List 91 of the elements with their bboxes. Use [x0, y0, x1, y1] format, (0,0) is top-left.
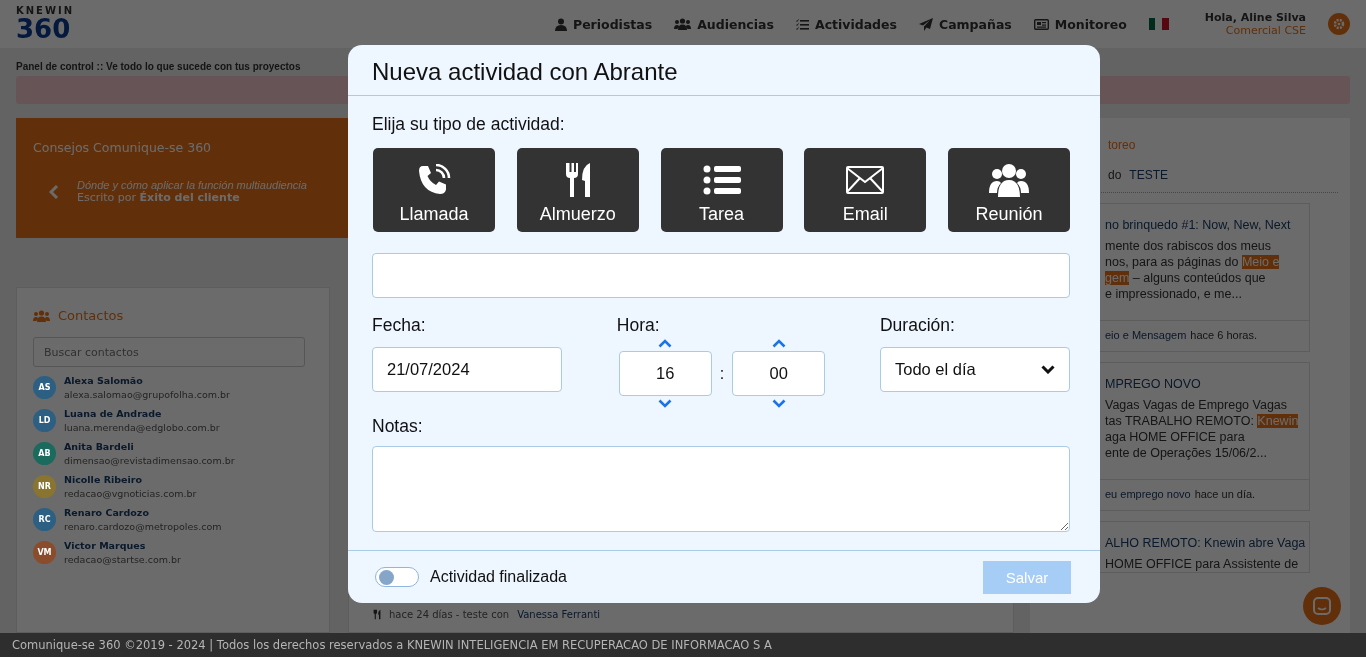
contact-name[interactable]: Alexa Salomão: [64, 375, 230, 386]
users-icon: [989, 162, 1029, 197]
contact-name[interactable]: Renaro Cardozo: [64, 507, 222, 518]
checklist-icon: [795, 18, 809, 30]
paper-plane-icon: [919, 17, 933, 31]
logo-wordmark: KNEWIN: [16, 6, 75, 16]
activity-type-button[interactable]: Almuerzo: [516, 148, 639, 232]
contact-email: alexa.salomao@grupofolha.com.br: [64, 389, 230, 400]
time-label: Hora:: [616, 315, 661, 336]
chevron-down-icon[interactable]: [658, 399, 673, 408]
activity-type-button[interactable]: Email: [804, 148, 927, 232]
company-name: Comercial CSE: [1225, 24, 1306, 37]
hour-field[interactable]: 16: [618, 351, 712, 396]
nav-link[interactable]: Actividades: [795, 16, 897, 32]
news-text-line: ente de Operações 15/06/2...: [1104, 445, 1268, 461]
list-icon: [702, 164, 741, 195]
date-label: Fecha:: [372, 315, 427, 336]
avatar: AB: [33, 442, 56, 465]
breadcrumb: Panel de control :: Ve todo lo que sucede con tus proyectos: [16, 61, 301, 72]
chevron-up-icon[interactable]: [771, 339, 786, 348]
news-source[interactable]: eio e Mensagem: [1105, 329, 1187, 341]
news-time: hace 6 horas.: [1190, 329, 1257, 341]
contact-name[interactable]: Anita Bardeli: [64, 441, 235, 452]
phone-icon: [417, 163, 451, 196]
filter-label: do: [1108, 168, 1122, 182]
dialog-title: Nueva actividad con Abrante: [372, 58, 678, 85]
chevron-down-icon[interactable]: [771, 399, 786, 408]
nav-link[interactable]: Campañas: [919, 16, 1012, 32]
users-icon: [33, 309, 50, 322]
person-link[interactable]: Vanessa Ferranti: [517, 609, 601, 620]
envelope-icon: [846, 165, 885, 194]
logo-number: 360: [16, 16, 72, 42]
toggle-switch[interactable]: [375, 567, 419, 587]
chat-icon: [1313, 597, 1331, 615]
minute-field[interactable]: 00: [732, 351, 826, 396]
duration-label: Duración:: [880, 315, 956, 336]
avatar: LD: [33, 409, 56, 432]
activity-type-button[interactable]: Tarea: [660, 148, 783, 232]
nav-link[interactable]: Audiencias: [674, 16, 774, 32]
contact-email: luana.merenda@edglobo.com.br: [64, 422, 220, 433]
contact-email: dimensao@revistadimensao.com.br: [64, 455, 235, 466]
users-icon: [674, 18, 692, 30]
contact-email: renaro.cardozo@metropoles.com: [64, 521, 222, 532]
search-field[interactable]: Buscar contactos: [33, 337, 305, 367]
news-text-line: mente dos rabiscos dos meus: [1104, 238, 1273, 254]
news-time: hace un día.: [1194, 488, 1256, 500]
article-title[interactable]: Dónde y cómo aplicar la función multiaudiencia: [77, 179, 307, 191]
contact-name[interactable]: Nicolle Ribeiro: [64, 474, 197, 485]
duration-select[interactable]: Todo el día: [880, 347, 1070, 392]
settings-button[interactable]: [1328, 13, 1350, 35]
tips-title: Consejos Comunique-se 360: [33, 140, 213, 155]
contact-email: redacao@startse.com.br: [64, 554, 181, 565]
contact-name[interactable]: Luana de Andrade: [64, 408, 220, 419]
avatar: RC: [33, 508, 56, 531]
news-text-line: e impressionado, e me...: [1104, 286, 1243, 302]
newspaper-icon: [1033, 18, 1049, 30]
date-field[interactable]: 21/07/2024: [372, 347, 562, 392]
filter-value[interactable]: TESTE: [1129, 168, 1169, 182]
news-source[interactable]: eu emprego novo: [1105, 488, 1191, 500]
fork-knife-icon: [563, 161, 592, 198]
flag-icon[interactable]: [1148, 18, 1169, 30]
activity-type-button[interactable]: Reunión: [948, 148, 1070, 232]
chevron-left-icon[interactable]: [49, 183, 59, 200]
chevron-down-icon: [1041, 365, 1055, 374]
avatar: VM: [33, 541, 56, 564]
chevron-up-icon[interactable]: [658, 339, 673, 348]
contact-name[interactable]: Victor Marques: [64, 540, 181, 551]
nav-link[interactable]: Monitoreo: [1033, 16, 1127, 32]
contacts-title: Contactos: [58, 308, 124, 323]
panel-title: toreo: [1107, 138, 1137, 152]
activity-text: hace 24 días - teste con: [389, 609, 510, 620]
avatar: NR: [33, 475, 56, 498]
notes-label: Notas:: [372, 416, 424, 437]
fork-knife-icon: [373, 609, 381, 620]
type-label: Elija su tipo de actividad:: [372, 114, 566, 135]
activity-type-button[interactable]: Llamada: [373, 148, 495, 232]
subject-field[interactable]: [372, 253, 1070, 298]
news-text-line: Vagas Vagas de Emprego Vagas: [1104, 397, 1289, 413]
person-icon: [555, 17, 567, 31]
news-text-line: HOME OFFICE para Assistente de: [1104, 556, 1300, 572]
avatar: AS: [33, 376, 56, 399]
toggle-label: Actividad finalizada: [430, 568, 567, 586]
gear-icon: [1333, 18, 1345, 30]
contact-email: redacao@vgnoticias.com.br: [64, 488, 197, 499]
nav-link[interactable]: Periodistas: [555, 16, 653, 32]
article-byline: Escrito por Éxito del cliente: [77, 191, 241, 204]
footer-text: Comunique-se 360 ©2019 - 2024 | Todos los derechos reservados a KNEWIN INTELIGENCIA EM RECUPERACAO DE INFORMACAO S A: [0, 633, 1366, 657]
news-text-line: aga HOME OFFICE para: [1104, 429, 1246, 445]
time-separator: :: [719, 364, 725, 383]
user-greeting: Hola, Aline Silva: [1204, 11, 1306, 24]
notes-field[interactable]: [372, 446, 1070, 532]
